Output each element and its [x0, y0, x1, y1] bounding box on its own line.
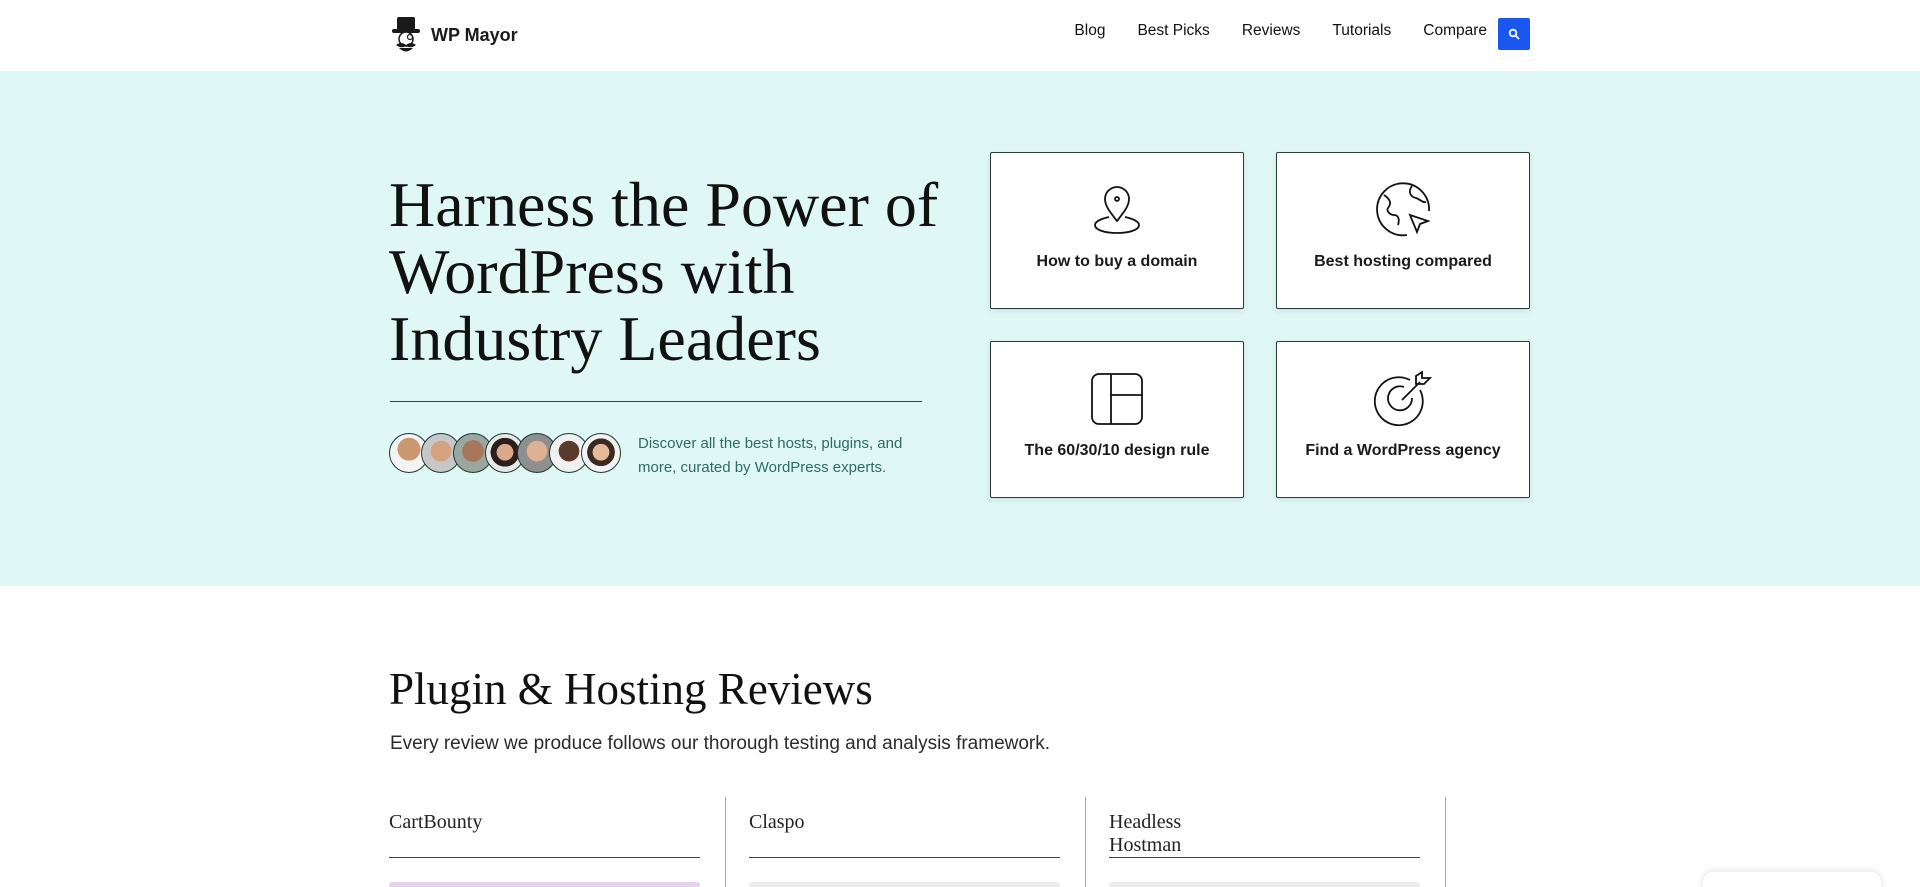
hero-divider: [390, 401, 922, 402]
card-label: Best hosting compared: [1314, 253, 1492, 270]
nav-best-picks[interactable]: Best Picks: [1137, 22, 1209, 40]
review-thumbnail[interactable]: [389, 882, 700, 887]
site-header: WP Mayor Blog Best Picks Reviews Tutoria…: [0, 0, 1920, 71]
brand-name: WP Mayor: [431, 24, 518, 45]
search-button[interactable]: [1498, 18, 1530, 50]
card-label: How to buy a domain: [1036, 253, 1198, 270]
expert-avatars: [389, 433, 621, 473]
nav-compare[interactable]: Compare: [1423, 22, 1487, 40]
review-divider: [1109, 857, 1420, 858]
avatar: [581, 433, 621, 473]
target-arrow-icon: [1374, 370, 1432, 427]
main-nav: Blog Best Picks Reviews Tutorials Compar…: [1074, 22, 1487, 40]
nav-blog[interactable]: Blog: [1074, 22, 1105, 40]
reviews-subtitle: Every review we produce follows our thor…: [390, 733, 1051, 754]
card-hosting-compared[interactable]: Best hosting compared: [1276, 152, 1530, 309]
review-thumbnail[interactable]: [749, 882, 1060, 887]
hero-description: Discover all the best hosts, plugins, an…: [638, 435, 903, 476]
reviews-title: Plugin & Hosting Reviews: [389, 664, 873, 714]
review-divider: [389, 857, 700, 858]
floating-widget[interactable]: [1703, 872, 1881, 887]
map-pin-icon: [1094, 186, 1140, 234]
hero-section: Harness the Power of WordPress with Indu…: [0, 71, 1920, 586]
review-name[interactable]: Claspo: [749, 811, 805, 834]
globe-cursor-icon: [1376, 182, 1431, 237]
mascot-icon: [392, 17, 420, 52]
hero-title: Harness the Power of WordPress with Indu…: [389, 169, 939, 374]
column-divider: [725, 797, 726, 887]
card-buy-domain[interactable]: How to buy a domain: [990, 152, 1244, 309]
column-divider: [1085, 797, 1086, 887]
card-find-agency[interactable]: Find a WordPress agency: [1276, 341, 1530, 498]
search-icon: [1508, 28, 1520, 40]
card-label: The 60/30/10 design rule: [1024, 442, 1210, 459]
nav-tutorials[interactable]: Tutorials: [1332, 22, 1391, 40]
review-name[interactable]: CartBounty: [389, 811, 482, 834]
column-divider: [1445, 797, 1446, 887]
nav-reviews[interactable]: Reviews: [1242, 22, 1301, 40]
layout-grid-icon: [1091, 373, 1143, 425]
review-thumbnail[interactable]: [1109, 882, 1420, 887]
card-label: Find a WordPress agency: [1305, 442, 1501, 459]
card-design-rule[interactable]: The 60/30/10 design rule: [990, 341, 1244, 498]
review-name[interactable]: Headless Hostman: [1109, 811, 1181, 857]
review-divider: [749, 857, 1060, 858]
site-logo[interactable]: WP Mayor: [389, 15, 518, 55]
